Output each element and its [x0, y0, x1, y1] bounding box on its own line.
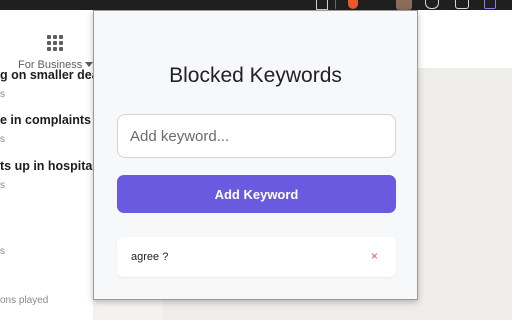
background-page-header [418, 10, 512, 68]
add-keyword-button[interactable]: Add Keyword [117, 175, 396, 213]
news-item-title[interactable]: g on smaller dea [0, 68, 99, 82]
keyword-input[interactable] [117, 114, 396, 158]
extension-icon[interactable] [455, 0, 469, 9]
extension-icon[interactable] [484, 0, 496, 9]
keyword-list-item: agree ? × [117, 237, 396, 277]
news-item-meta: s [0, 134, 5, 145]
blocked-keywords-popup: Blocked Keywords Add Keyword agree ? × [93, 10, 418, 300]
background-page-feed: For Business g on smaller dea s e in com… [0, 10, 99, 320]
news-item-title[interactable]: e in complaints [0, 113, 91, 127]
toolbar-separator [335, 0, 336, 9]
profile-avatar[interactable] [396, 0, 412, 10]
popup-title: Blocked Keywords [169, 64, 342, 87]
extension-icon[interactable] [425, 0, 439, 9]
news-item-meta: s [0, 180, 5, 191]
remove-keyword-icon[interactable]: × [371, 249, 378, 263]
caret-down-icon [85, 62, 94, 67]
tab-icon[interactable] [316, 0, 328, 10]
apps-grid-icon[interactable] [47, 35, 63, 51]
news-item-title[interactable]: ts up in hospital [0, 159, 96, 173]
news-item-meta: s [0, 89, 5, 100]
brave-shield-icon[interactable] [348, 0, 358, 9]
browser-toolbar [0, 0, 512, 10]
keyword-text: agree ? [131, 251, 169, 263]
footer-text: ons played [0, 295, 49, 306]
news-item-meta: s [0, 246, 5, 257]
